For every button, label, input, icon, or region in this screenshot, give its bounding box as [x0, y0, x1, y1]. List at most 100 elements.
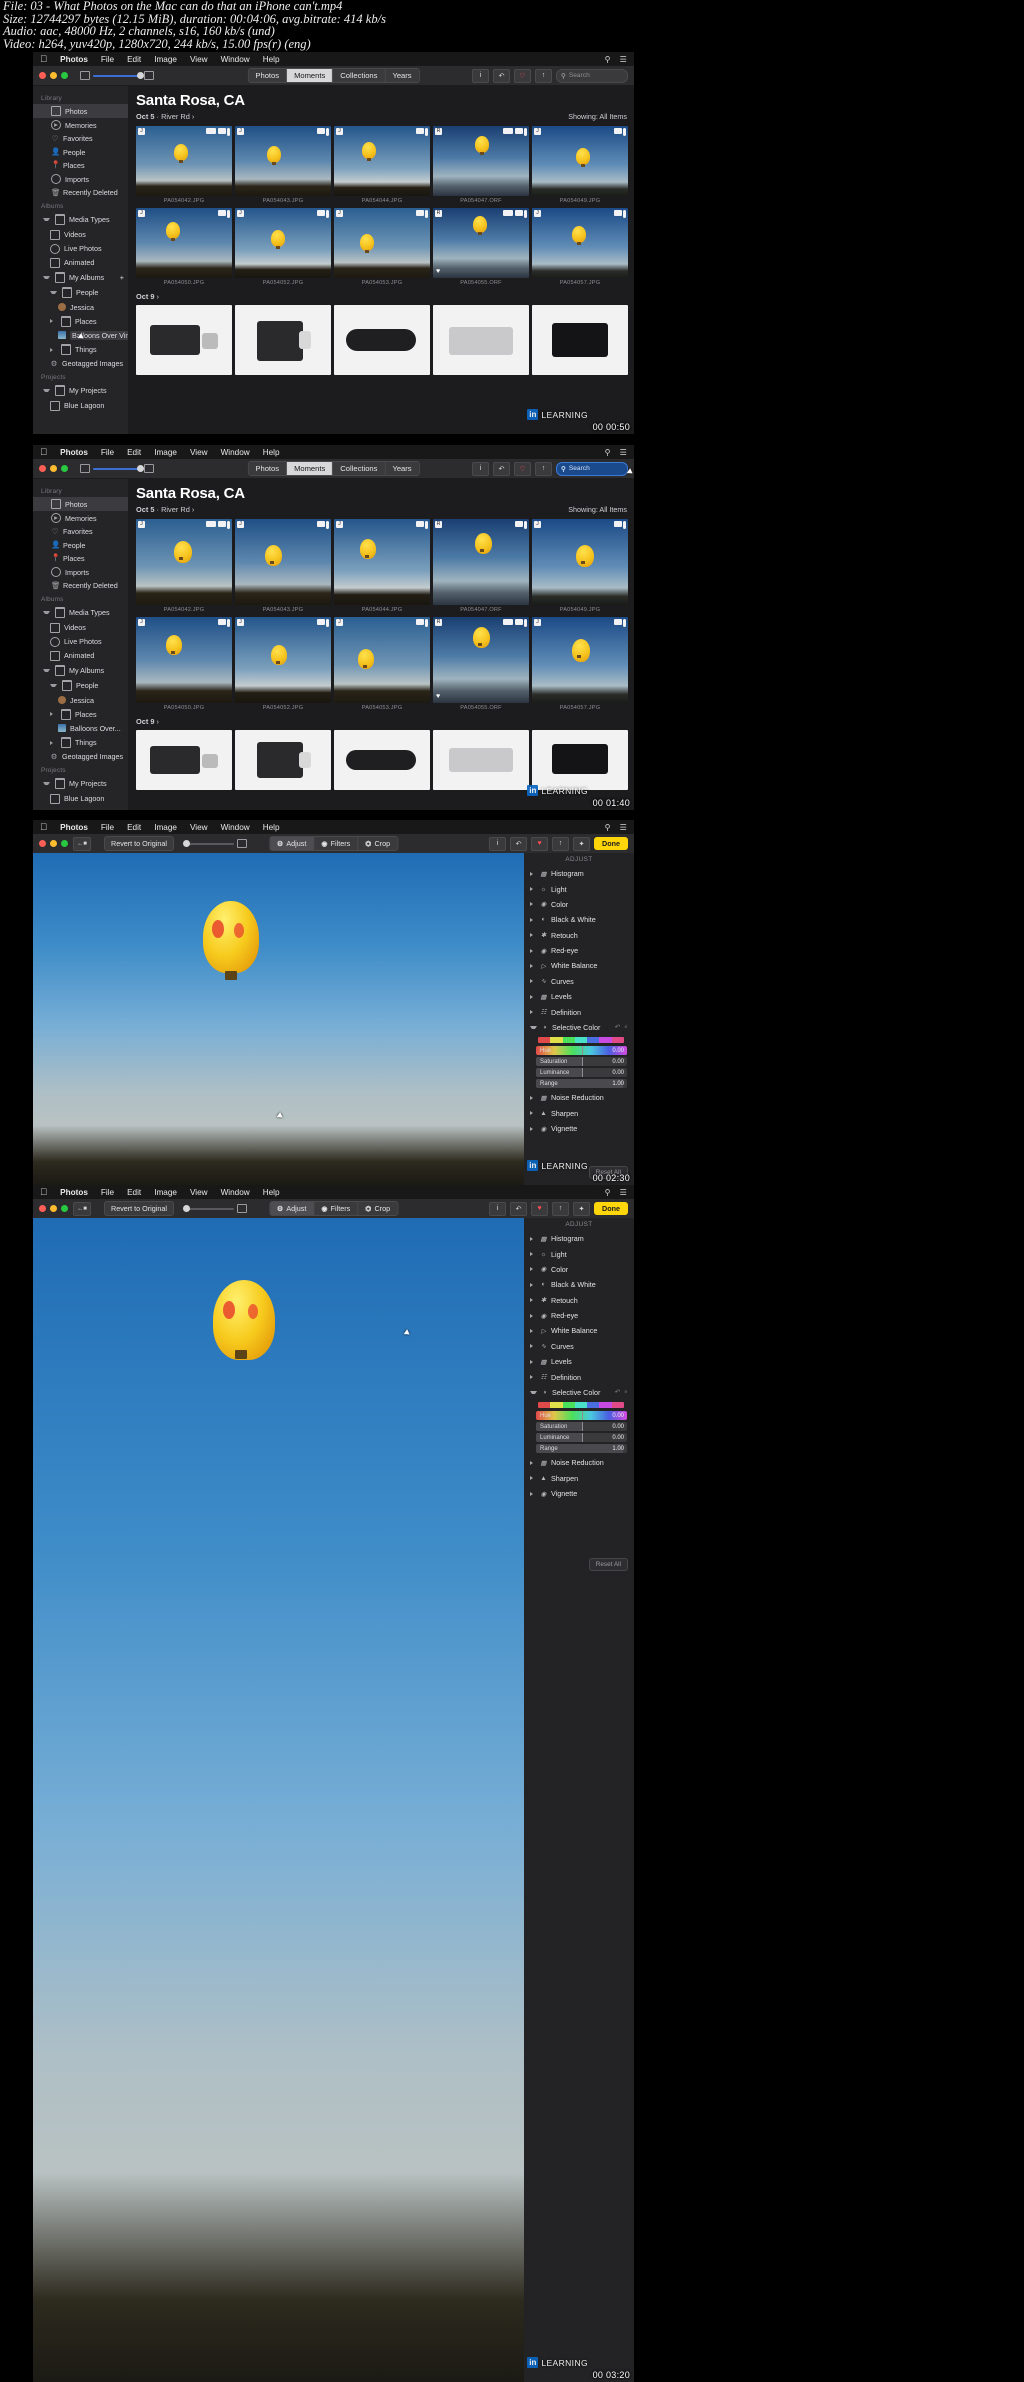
photo-thumbnail[interactable]: [136, 305, 232, 375]
photo-cell[interactable]: [433, 305, 529, 375]
done-button[interactable]: Done: [594, 837, 628, 850]
photo-cell[interactable]: J PA054049.JPG: [532, 126, 628, 204]
menu-window[interactable]: Window: [221, 55, 250, 64]
spotlight-search-icon[interactable]: ⚲: [605, 822, 611, 832]
photo-cell[interactable]: [334, 305, 430, 375]
segment-moments[interactable]: Moments: [287, 462, 334, 475]
search-field[interactable]: ⚲ Search: [556, 461, 634, 476]
zoom-in-icon[interactable]: [144, 464, 154, 473]
close-button[interactable]: [39, 840, 46, 847]
photo-cell[interactable]: J PA054052.JPG: [235, 617, 331, 711]
slider-saturation[interactable]: Saturation 0.00: [536, 1422, 627, 1432]
sidebar-item-places-album[interactable]: Places: [33, 707, 128, 722]
menu-window[interactable]: Window: [221, 1188, 250, 1197]
photo-thumbnail[interactable]: R ♥: [433, 617, 529, 703]
view-mode-segmented-control[interactable]: Photos Moments Collections Years: [247, 461, 420, 476]
selective-color-reset[interactable]: ↶ ⚬: [614, 1388, 628, 1396]
sidebar-item-photos[interactable]: Photos: [33, 497, 128, 512]
zoom-in-icon[interactable]: [144, 71, 154, 80]
menu-edit[interactable]: Edit: [127, 55, 141, 64]
sidebar-item-people-album[interactable]: People: [33, 285, 128, 300]
toggle-icon[interactable]: ⚬: [623, 1388, 628, 1396]
zoom-out-icon[interactable]: [80, 464, 90, 473]
photo-thumbnail[interactable]: [334, 305, 430, 375]
thumbnail-zoom-slider[interactable]: [80, 464, 154, 473]
sidebar-item-favorites[interactable]: ♡ Favorites: [33, 132, 128, 145]
undo-icon[interactable]: ↶: [614, 1023, 619, 1031]
favorite-button[interactable]: ♥: [531, 1201, 549, 1216]
segment-filters[interactable]: ◉ Filters: [314, 837, 359, 850]
maximize-button[interactable]: [61, 1205, 68, 1212]
menu-view[interactable]: View: [190, 55, 208, 64]
sidebar-item-videos[interactable]: Videos: [33, 621, 128, 635]
photo-cell[interactable]: [532, 730, 628, 790]
photo-thumbnail[interactable]: [235, 730, 331, 790]
sidebar-item-media-types[interactable]: Media Types: [33, 605, 128, 620]
sidebar-item-photos[interactable]: Photos: [33, 104, 128, 119]
adjust-item-levels[interactable]: ▩ Levels: [524, 1354, 634, 1369]
info-button[interactable]: i: [489, 1201, 507, 1216]
zoom-out-icon[interactable]: [80, 71, 90, 80]
photo-cell[interactable]: J PA054050.JPG: [136, 617, 232, 711]
adjust-item-color[interactable]: ◉ Color: [524, 897, 634, 912]
adjust-item-retouch[interactable]: ✱ Retouch: [524, 1293, 634, 1308]
zoom-slider[interactable]: [182, 1204, 247, 1213]
adjust-item-retouch[interactable]: ✱ Retouch: [524, 928, 634, 943]
info-button[interactable]: i: [489, 836, 507, 851]
sidebar-item-people-album[interactable]: People: [33, 678, 128, 693]
slider-range[interactable]: Range 1.00: [536, 1444, 627, 1454]
segment-photos[interactable]: Photos: [248, 69, 288, 82]
selective-color-swatches[interactable]: [538, 1402, 624, 1409]
photo-cell[interactable]: [334, 730, 430, 790]
photo-thumbnail[interactable]: J: [334, 617, 430, 703]
showing-filter[interactable]: Showing: All Items: [568, 505, 627, 514]
adjust-item-selective-color[interactable]: ◑ Selective Color ↶ ⚬: [524, 1385, 634, 1400]
photo-cell[interactable]: R PA054047.ORF: [433, 519, 529, 613]
adjust-item-red-eye[interactable]: ◉ Red-eye: [524, 943, 634, 958]
menu-file[interactable]: File: [101, 1188, 114, 1197]
zoom-slider[interactable]: [182, 839, 247, 848]
menu-photos[interactable]: Photos: [60, 448, 88, 457]
apple-menu-icon[interactable]: : [40, 1187, 47, 1197]
photo-thumbnail[interactable]: R: [433, 519, 529, 605]
photo-thumbnail[interactable]: [532, 305, 628, 375]
slider-range[interactable]: Range 1.00: [536, 1079, 627, 1089]
segment-photos[interactable]: Photos: [248, 462, 288, 475]
menu-window[interactable]: Window: [221, 823, 250, 832]
minimize-button[interactable]: [50, 72, 57, 79]
photo-cell[interactable]: [235, 730, 331, 790]
moment-date-2[interactable]: Oct 9 ›: [136, 292, 159, 301]
menu-window[interactable]: Window: [221, 448, 250, 457]
sidebar-item-my-projects[interactable]: My Projects: [33, 776, 128, 791]
adjust-item-sharpen[interactable]: ▲ Sharpen: [524, 1471, 634, 1486]
moment-date-place[interactable]: Oct 5 · River Rd ›: [136, 505, 194, 514]
sidebar-item-my-albums[interactable]: My Albums +: [33, 270, 128, 285]
menu-image[interactable]: Image: [154, 823, 177, 832]
adjust-item-sharpen[interactable]: ▲ Sharpen: [524, 1106, 634, 1121]
photo-cell[interactable]: J PA054057.JPG: [532, 617, 628, 711]
rotate-button[interactable]: ↶: [510, 1201, 528, 1216]
photo-thumbnail[interactable]: J: [235, 617, 331, 703]
photo-thumbnail[interactable]: J: [136, 208, 232, 278]
add-album-icon[interactable]: +: [120, 273, 124, 282]
photo-cell[interactable]: [532, 305, 628, 375]
adjust-item-selective-color[interactable]: ◑ Selective Color ↶ ⚬: [524, 1020, 634, 1035]
photo-cell[interactable]: J PA054044.JPG: [334, 126, 430, 204]
minimize-button[interactable]: [50, 840, 57, 847]
adjust-item-white-balance[interactable]: ▷ White Balance: [524, 958, 634, 973]
segment-crop[interactable]: ⏣ Crop: [358, 837, 398, 850]
info-button[interactable]: i: [472, 68, 489, 83]
slider-luminance[interactable]: Luminance 0.00: [536, 1433, 627, 1443]
sidebar-item-videos[interactable]: Videos: [33, 228, 128, 242]
done-button[interactable]: Done: [594, 1202, 628, 1215]
slider-hue[interactable]: Hue 0.00: [536, 1046, 627, 1056]
photo-cell[interactable]: R ♥ PA054055.ORF: [433, 617, 529, 711]
sidebar-item-favorites[interactable]: ♡ Favorites: [33, 525, 128, 538]
slider-luminance[interactable]: Luminance 0.00: [536, 1068, 627, 1078]
maximize-button[interactable]: [61, 840, 68, 847]
photo-cell[interactable]: J PA054053.JPG: [334, 208, 430, 286]
photo-thumbnail[interactable]: J: [235, 126, 331, 196]
close-button[interactable]: [39, 465, 46, 472]
menu-edit[interactable]: Edit: [127, 823, 141, 832]
sidebar-item-geotagged-images[interactable]: ⚙ Geotagged Images: [33, 750, 128, 763]
